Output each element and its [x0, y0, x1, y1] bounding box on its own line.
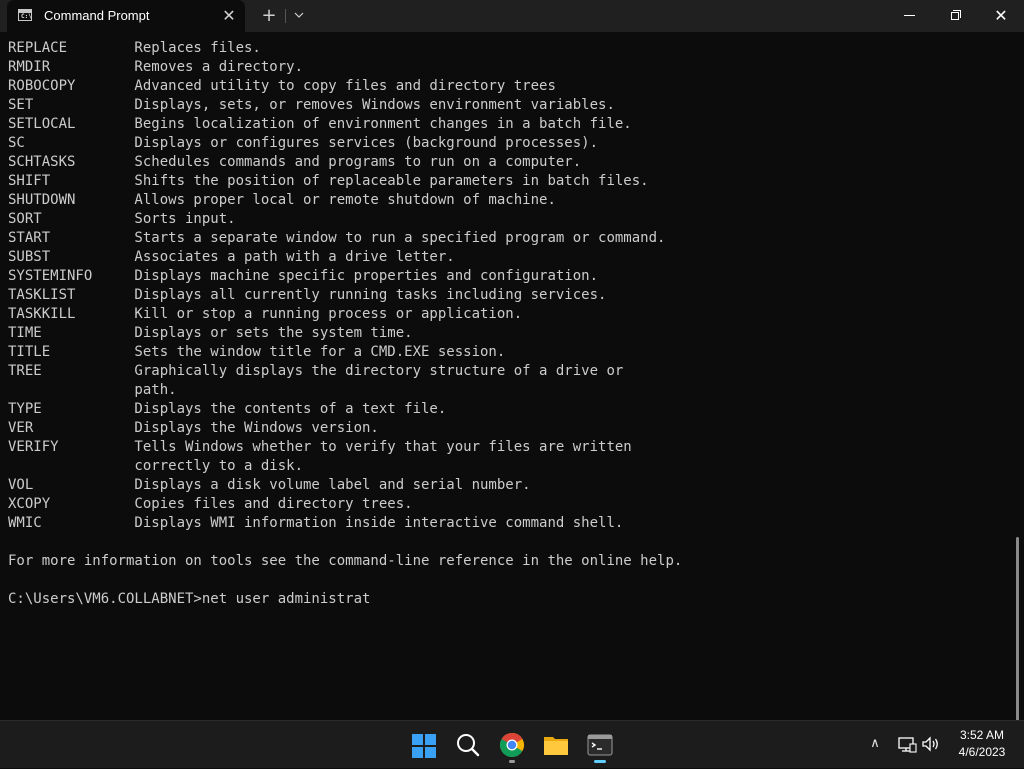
terminal-icon	[587, 734, 613, 756]
terminal-line: START Starts a separate window to run a …	[8, 230, 666, 246]
title-bar: C:\ Command Prompt ✕ + ✕	[0, 0, 1024, 32]
terminal-taskbar-button[interactable]	[580, 725, 620, 765]
tab-title: Command Prompt	[44, 8, 150, 23]
terminal-line: SORT Sorts input.	[8, 211, 236, 227]
folder-icon	[544, 737, 568, 755]
terminal-line: SCHTASKS Schedules commands and programs…	[8, 154, 582, 170]
terminal-line: RMDIR Removes a directory.	[8, 59, 304, 75]
terminal-line: VERIFY Tells Windows whether to verify t…	[8, 439, 632, 455]
network-icon	[898, 737, 917, 753]
network-button[interactable]	[896, 733, 918, 755]
show-hidden-icons-button[interactable]: ∧	[864, 733, 886, 755]
terminal-line: SUBST Associates a path with a drive let…	[8, 249, 455, 265]
terminal-line: C:\Users\VM6.COLLABNET>net user administ…	[8, 591, 371, 607]
terminal-line: TASKKILL Kill or stop a running process …	[8, 306, 523, 322]
terminal-line: TYPE Displays the contents of a text fil…	[8, 401, 447, 417]
terminal-line: path.	[8, 382, 177, 398]
start-button[interactable]	[404, 725, 444, 765]
clock[interactable]: 3:52 AM 4/6/2023	[944, 727, 1020, 761]
terminal-line: TREE Graphically displays the directory …	[8, 363, 624, 379]
windows-logo-icon	[412, 734, 436, 758]
terminal-output[interactable]: REPLACE Replaces files. RMDIR Removes a d…	[0, 32, 1024, 720]
terminal-line: TIME Displays or sets the system time.	[8, 325, 413, 341]
terminal-line: REPLACE Replaces files.	[8, 40, 261, 56]
terminal-line: For more information on tools see the co…	[8, 553, 683, 569]
cmd-icon: C:\	[18, 9, 32, 21]
terminal-line: VER Displays the Windows version.	[8, 420, 379, 436]
terminal-line: TITLE Sets the window title for a CMD.EX…	[8, 344, 506, 360]
terminal-line: WMIC Displays WMI information inside int…	[8, 515, 624, 531]
search-button[interactable]	[448, 725, 488, 765]
tab-close-button[interactable]: ✕	[219, 6, 239, 26]
volume-icon	[922, 736, 938, 752]
terminal-line: SYSTEMINFO Displays machine specific pro…	[8, 268, 599, 284]
chrome-icon	[499, 733, 525, 758]
minimize-button[interactable]	[886, 0, 932, 32]
terminal-lines: REPLACE Replaces files. RMDIR Removes a d…	[8, 40, 1004, 610]
new-tab-button[interactable]: +	[257, 4, 281, 28]
minimize-icon	[904, 15, 915, 16]
close-icon: ✕	[994, 6, 1008, 25]
clock-date: 4/6/2023	[958, 745, 1006, 759]
terminal-line: SHUTDOWN Allows proper local or remote s…	[8, 192, 556, 208]
terminal-line: ROBOCOPY Advanced utility to copy files …	[8, 78, 556, 94]
chevron-up-icon: ∧	[870, 736, 880, 751]
chevron-down-icon	[294, 12, 304, 18]
tab-dropdown-button[interactable]	[287, 4, 311, 28]
taskbar: ∧ 3:52 AM 4/6/2023	[0, 720, 1024, 768]
terminal-line: SHIFT Shifts the position of replaceable…	[8, 173, 649, 189]
clock-time: 3:52 AM	[959, 728, 1005, 742]
search-icon	[457, 734, 480, 757]
terminal-line: VOL Displays a disk volume label and ser…	[8, 477, 531, 493]
scrollbar-thumb[interactable]	[1016, 537, 1019, 720]
tab-command-prompt[interactable]: C:\ Command Prompt ✕	[7, 0, 245, 32]
terminal-line: SET Displays, sets, or removes Windows e…	[8, 97, 615, 113]
active-indicator	[594, 760, 606, 763]
chrome-taskbar-button[interactable]	[492, 725, 532, 765]
terminal-line: SETLOCAL Begins localization of environm…	[8, 116, 632, 132]
close-button[interactable]: ✕	[978, 0, 1024, 32]
terminal-line: SC Displays or configures services (back…	[8, 135, 599, 151]
volume-button[interactable]	[920, 733, 942, 755]
running-indicator	[509, 760, 515, 763]
terminal-line: TASKLIST Displays all currently running …	[8, 287, 607, 303]
tab-separator	[285, 9, 286, 23]
terminal-line: correctly to a disk.	[8, 458, 304, 474]
terminal-line: XCOPY Copies files and directory trees.	[8, 496, 413, 512]
restore-button[interactable]	[932, 0, 978, 32]
file-explorer-button[interactable]	[536, 725, 576, 765]
